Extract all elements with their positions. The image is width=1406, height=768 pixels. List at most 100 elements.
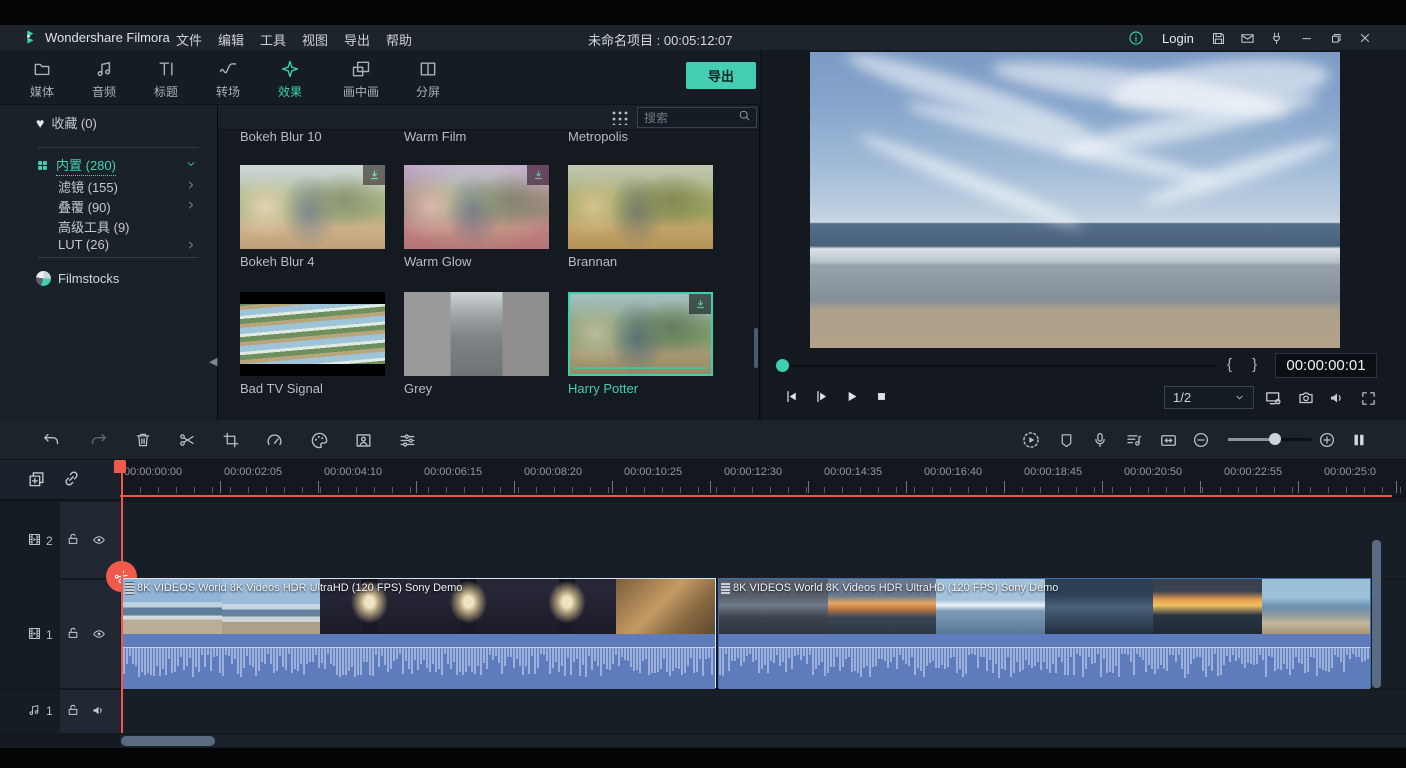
audio-track-1-lane[interactable] bbox=[120, 690, 1406, 733]
zoom-slider-handle[interactable] bbox=[1269, 433, 1281, 445]
sidebar-item-overlays[interactable]: 叠覆 (90) bbox=[58, 197, 111, 216]
tab-media[interactable]: 媒体 bbox=[13, 58, 71, 100]
menu-file[interactable]: 文件 bbox=[176, 30, 202, 49]
video-track-icon bbox=[27, 532, 42, 552]
audio-mixer-icon[interactable] bbox=[1121, 428, 1147, 452]
grid-view-icon[interactable] bbox=[611, 110, 628, 125]
chevron-right-icon[interactable] bbox=[185, 199, 197, 211]
zoom-in-icon[interactable] bbox=[1314, 428, 1340, 452]
login-button[interactable]: Login bbox=[1162, 28, 1194, 48]
download-icon[interactable] bbox=[689, 294, 711, 314]
previous-frame-button[interactable] bbox=[779, 384, 803, 408]
close-icon[interactable] bbox=[1358, 28, 1372, 48]
eye-icon[interactable] bbox=[91, 533, 107, 552]
preview-video[interactable] bbox=[810, 52, 1340, 348]
menu-tools[interactable]: 工具 bbox=[260, 30, 286, 49]
search-input[interactable] bbox=[638, 111, 738, 125]
plug-icon[interactable] bbox=[1269, 28, 1284, 48]
eye-icon[interactable] bbox=[91, 627, 107, 646]
playhead-line[interactable] bbox=[121, 460, 123, 733]
timeline-ruler[interactable]: 00:00:00:00 00:00:02:05 00:00:04:10 00:0… bbox=[120, 460, 1406, 497]
trash-icon[interactable] bbox=[130, 428, 156, 452]
info-icon[interactable] bbox=[1128, 28, 1144, 48]
export-button[interactable]: 导出 bbox=[686, 62, 756, 89]
adjust-sliders-icon[interactable] bbox=[394, 428, 420, 452]
effects-scrollbar[interactable] bbox=[754, 328, 758, 368]
tab-effects[interactable]: 效果 bbox=[261, 58, 319, 100]
render-preview-icon[interactable] bbox=[1018, 428, 1044, 452]
download-icon[interactable] bbox=[527, 165, 549, 185]
effect-card-bokeh-blur-4[interactable]: Bokeh Blur 4 bbox=[240, 165, 385, 269]
playback-scrubber-handle[interactable] bbox=[776, 359, 789, 372]
effect-card-grey[interactable]: Grey bbox=[404, 292, 549, 396]
sidebar-item-advanced-tools[interactable]: 高级工具 (9) bbox=[58, 217, 130, 236]
timeline-horizontal-scrollbar[interactable] bbox=[120, 735, 1406, 747]
timecode-display[interactable]: 00:00:00:01 bbox=[1275, 353, 1377, 378]
undo-icon[interactable] bbox=[38, 428, 64, 452]
speed-icon[interactable] bbox=[261, 428, 287, 452]
playback-scrubber-track[interactable] bbox=[791, 365, 1216, 367]
mail-icon[interactable] bbox=[1240, 28, 1255, 48]
sidebar-item-filters[interactable]: 滤镜 (155) bbox=[58, 177, 118, 196]
chevron-down-icon[interactable] bbox=[185, 158, 197, 170]
fit-timeline-icon[interactable] bbox=[1155, 428, 1181, 452]
minimize-icon[interactable] bbox=[1300, 28, 1314, 48]
sidebar-item-favorites[interactable]: ♥ 收藏 (0) bbox=[36, 113, 97, 132]
playhead-marker[interactable] bbox=[114, 460, 126, 473]
stop-button[interactable] bbox=[869, 384, 893, 408]
effect-card-bad-tv-signal[interactable]: Bad TV Signal bbox=[240, 292, 385, 396]
tab-transitions[interactable]: 转场 bbox=[199, 58, 257, 100]
scissors-icon[interactable] bbox=[174, 428, 200, 452]
lock-icon[interactable] bbox=[66, 626, 80, 645]
sidebar-item-builtin[interactable]: 内置 (280) bbox=[36, 155, 116, 176]
preview-quality-dropdown[interactable]: 1/2 bbox=[1164, 386, 1254, 409]
video-track-2-lane[interactable] bbox=[120, 502, 1406, 578]
menu-edit[interactable]: 编辑 bbox=[218, 30, 244, 49]
timeline-zoom-slider[interactable] bbox=[1228, 438, 1312, 441]
crop-icon[interactable] bbox=[218, 428, 244, 452]
link-icon[interactable] bbox=[62, 469, 81, 493]
menu-view[interactable]: 视图 bbox=[302, 30, 328, 49]
chevron-right-icon[interactable] bbox=[185, 179, 197, 191]
effect-card-warm-glow[interactable]: Warm Glow bbox=[404, 165, 549, 269]
record-voiceover-mic-icon[interactable] bbox=[1087, 428, 1113, 452]
effect-card-brannan[interactable]: Brannan bbox=[568, 165, 713, 269]
add-track-icon[interactable] bbox=[27, 469, 46, 493]
tab-split-screen[interactable]: 分屏 bbox=[399, 58, 457, 100]
chevron-right-icon[interactable] bbox=[185, 239, 197, 251]
green-screen-icon[interactable] bbox=[350, 428, 376, 452]
scrollbar-thumb[interactable] bbox=[121, 736, 215, 746]
panel-collapse-arrow-icon[interactable]: ◀ bbox=[209, 355, 217, 368]
sidebar-item-lut[interactable]: LUT (26) bbox=[58, 237, 109, 252]
marker-icon[interactable] bbox=[1053, 428, 1079, 452]
mark-in-out-icons[interactable]: { } bbox=[1227, 356, 1265, 373]
redo-icon[interactable] bbox=[85, 428, 111, 452]
lock-icon[interactable] bbox=[66, 532, 80, 551]
tab-pip[interactable]: 画中画 bbox=[328, 58, 394, 100]
color-palette-icon[interactable] bbox=[306, 428, 332, 452]
play-button[interactable] bbox=[839, 384, 863, 408]
next-frame-button[interactable] bbox=[809, 384, 833, 408]
download-icon[interactable] bbox=[363, 165, 385, 185]
menu-help[interactable]: 帮助 bbox=[386, 30, 412, 49]
zoom-out-icon[interactable] bbox=[1188, 428, 1214, 452]
tab-titles[interactable]: 标题 bbox=[137, 58, 195, 100]
speaker-icon[interactable] bbox=[91, 703, 106, 723]
timeline-clip-2[interactable]: 8K VIDEOS World 8K Videos HDR UltraHD (1… bbox=[718, 578, 1371, 688]
panel-toggle-icon[interactable] bbox=[1346, 428, 1372, 452]
effect-card-harry-potter[interactable]: Harry Potter bbox=[568, 292, 713, 396]
pip-layers-icon bbox=[328, 58, 394, 80]
menu-export[interactable]: 导出 bbox=[344, 30, 370, 49]
sidebar-item-filmstocks[interactable]: Filmstocks bbox=[36, 271, 119, 286]
window-bottom-edge bbox=[0, 748, 1406, 768]
speaker-icon[interactable] bbox=[1325, 386, 1349, 410]
timeline-clip-1[interactable]: 8K VIDEOS World 8K Videos HDR UltraHD (1… bbox=[122, 578, 716, 688]
restore-icon[interactable] bbox=[1329, 28, 1343, 48]
fullscreen-icon[interactable] bbox=[1356, 386, 1380, 410]
save-icon[interactable] bbox=[1211, 28, 1226, 48]
timeline-vertical-scrollbar[interactable] bbox=[1372, 540, 1381, 688]
tab-audio[interactable]: 音频 bbox=[75, 58, 133, 100]
snapshot-camera-icon[interactable] bbox=[1294, 386, 1318, 410]
display-settings-icon[interactable] bbox=[1261, 386, 1285, 410]
lock-icon[interactable] bbox=[66, 703, 80, 722]
